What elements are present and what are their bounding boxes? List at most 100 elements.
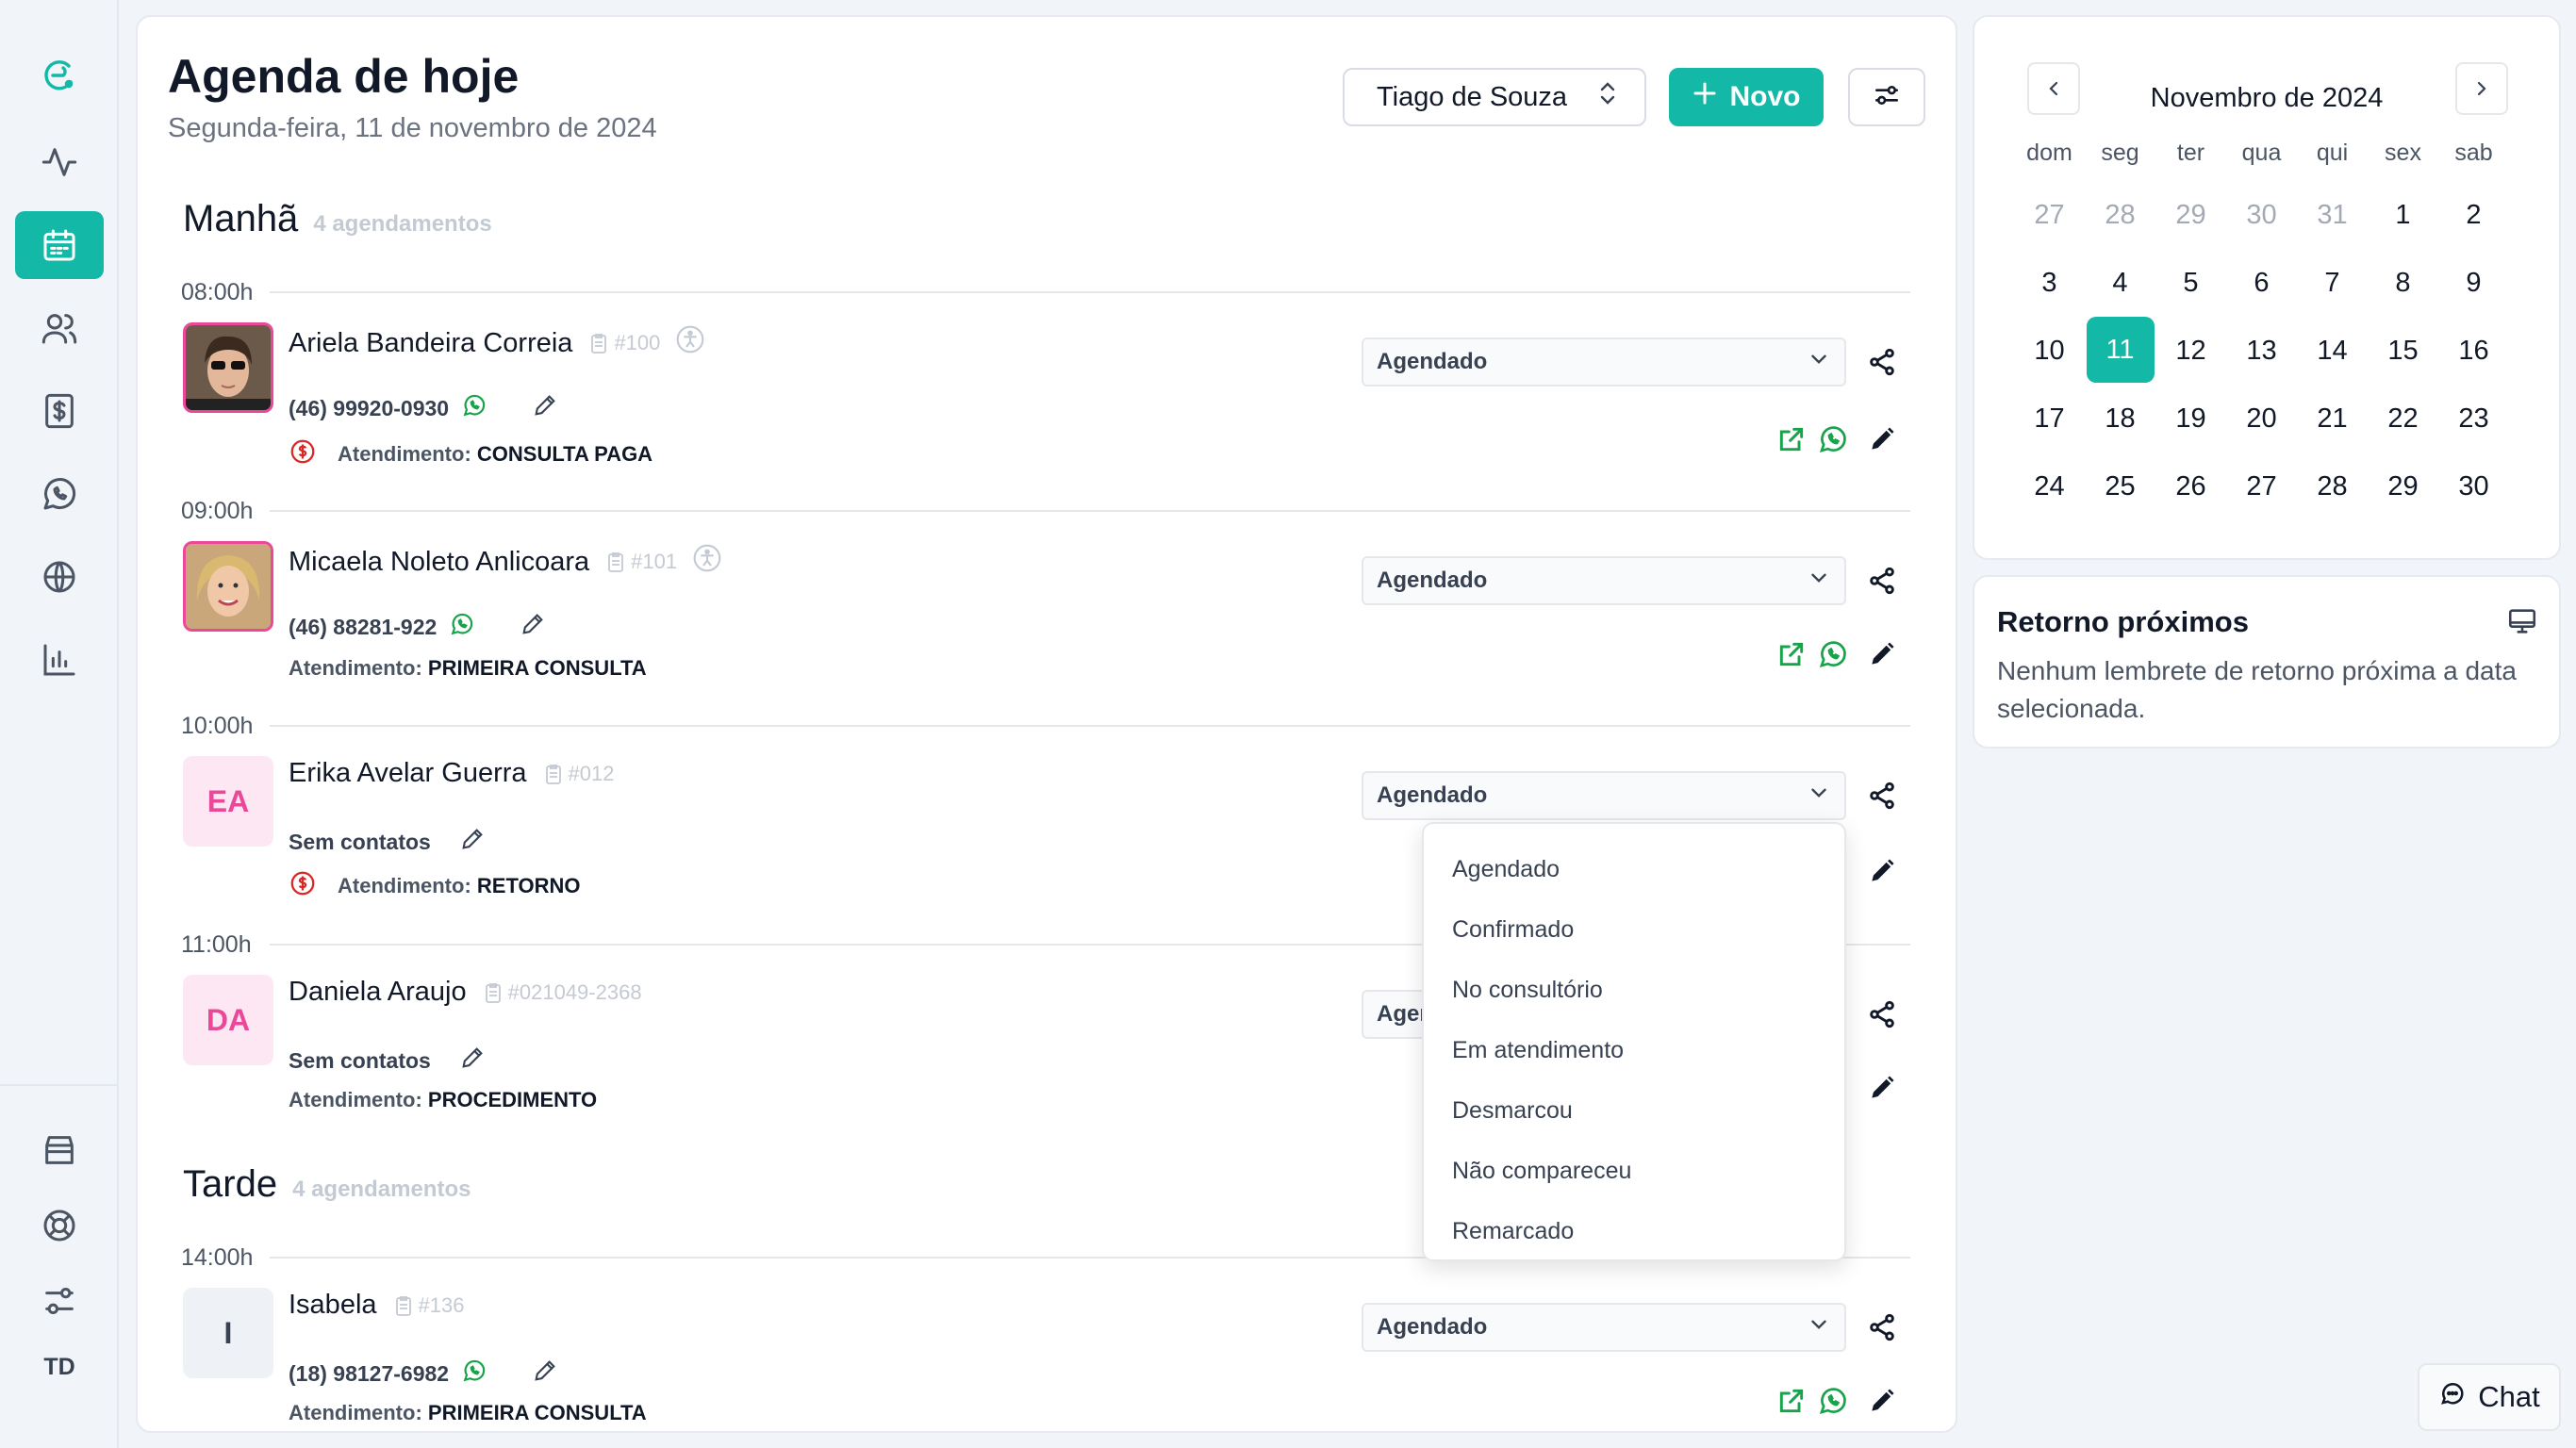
calendar-day[interactable]: 12 [2155,317,2226,385]
open-external-icon[interactable] [1773,635,1810,673]
chat-button[interactable]: Chat [2418,1363,2561,1431]
globe-icon[interactable] [15,543,104,611]
bar-chart-icon[interactable] [15,626,104,694]
whatsapp-icon[interactable] [15,460,104,528]
calendar-day[interactable]: 24 [2014,452,2085,520]
users-icon[interactable] [15,294,104,362]
calendar-day[interactable]: 4 [2085,249,2155,317]
patient-phone[interactable]: (46) 99920-0930 [289,396,449,421]
edit-pencil-icon[interactable] [1863,420,1901,458]
edit-pencil-icon[interactable] [1863,1382,1901,1420]
status-option[interactable]: Não compareceu [1424,1141,1844,1201]
calendar-day[interactable]: 25 [2085,452,2155,520]
edit-pencil-icon[interactable] [459,1045,486,1077]
calendar-day[interactable]: 1 [2368,181,2438,249]
calendar-day[interactable]: 29 [2368,452,2438,520]
edit-pencil-icon[interactable] [1863,852,1901,890]
calendar-day[interactable]: 19 [2155,385,2226,452]
calendar-day[interactable]: 29 [2155,181,2226,249]
whatsapp-small-icon[interactable] [462,393,487,423]
patient-avatar[interactable]: DA [183,975,273,1065]
calendar-day[interactable]: 13 [2226,317,2297,385]
edit-pencil-icon[interactable] [532,1358,558,1390]
patient-name[interactable]: Ariela Bandeira Correia [289,328,572,359]
edit-pencil-icon[interactable] [1863,1069,1901,1107]
whatsapp-icon[interactable] [1814,420,1852,458]
edit-pencil-icon[interactable] [532,392,558,424]
patient-name[interactable]: Isabela [289,1290,377,1321]
logo-icon[interactable] [15,41,104,109]
status-option[interactable]: Remarcado [1424,1201,1844,1261]
calendar-day[interactable]: 9 [2438,249,2509,317]
status-option[interactable]: Desmarcou [1424,1080,1844,1141]
share-icon[interactable] [1863,343,1901,381]
billing-icon[interactable] [15,377,104,445]
status-option[interactable]: Em atendimento [1424,1020,1844,1080]
calendar-day[interactable]: 21 [2297,385,2368,452]
share-icon[interactable] [1863,562,1901,600]
share-icon[interactable] [1863,1308,1901,1346]
patient-avatar[interactable] [183,322,273,413]
calendar-day[interactable]: 28 [2085,181,2155,249]
activity-icon[interactable] [15,128,104,196]
calendar-day[interactable]: 28 [2297,452,2368,520]
calendar-day[interactable]: 20 [2226,385,2297,452]
lifebuoy-icon[interactable] [15,1192,104,1259]
calendar-day[interactable]: 8 [2368,249,2438,317]
calendar-day[interactable]: 22 [2368,385,2438,452]
edit-pencil-icon[interactable] [1863,635,1901,673]
status-option[interactable]: No consultório [1424,960,1844,1020]
patient-avatar[interactable]: EA [183,756,273,847]
status-select[interactable]: Agendado [1362,1303,1846,1352]
settings-sliders-icon[interactable] [15,1267,104,1335]
patient-name[interactable]: Micaela Noleto Anlicoara [289,547,589,578]
filter-button[interactable] [1848,68,1925,126]
whatsapp-small-icon[interactable] [450,612,474,642]
calendar-day-selected[interactable]: 11 [2086,317,2155,383]
user-initials[interactable]: TD [15,1354,104,1381]
monitor-icon[interactable] [2506,605,2538,642]
calendar-day[interactable]: 15 [2368,317,2438,385]
share-icon[interactable] [1863,996,1901,1033]
calendar-day[interactable]: 2 [2438,181,2509,249]
calendar-day[interactable]: 23 [2438,385,2509,452]
edit-pencil-icon[interactable] [459,826,486,858]
patient-phone[interactable]: (18) 98127-6982 [289,1361,449,1387]
calendar-day[interactable]: 7 [2297,249,2368,317]
status-option[interactable]: Confirmado [1424,899,1844,960]
new-appointment-button[interactable]: Novo [1669,68,1824,126]
calendar-day[interactable]: 31 [2297,181,2368,249]
share-icon[interactable] [1863,777,1901,814]
patient-name[interactable]: Erika Avelar Guerra [289,758,527,789]
patient-avatar[interactable] [183,541,273,632]
whatsapp-small-icon[interactable] [462,1358,487,1389]
doctor-select[interactable]: Tiago de Souza [1343,68,1646,126]
calendar-day[interactable]: 30 [2226,181,2297,249]
patient-phone[interactable]: (46) 88281-922 [289,615,437,640]
patient-avatar[interactable]: I [183,1288,273,1378]
whatsapp-icon[interactable] [1814,635,1852,673]
open-external-icon[interactable] [1773,1382,1810,1420]
patient-name[interactable]: Daniela Araujo [289,977,467,1008]
store-icon[interactable] [15,1116,104,1184]
calendar-day[interactable]: 14 [2297,317,2368,385]
calendar-day[interactable]: 27 [2226,452,2297,520]
calendar-day[interactable]: 3 [2014,249,2085,317]
edit-pencil-icon[interactable] [520,611,546,643]
whatsapp-icon[interactable] [1814,1382,1852,1420]
calendar-day[interactable]: 16 [2438,317,2509,385]
calendar-icon[interactable] [15,211,104,279]
calendar-day[interactable]: 17 [2014,385,2085,452]
calendar-day[interactable]: 5 [2155,249,2226,317]
status-select[interactable]: Agendado [1362,556,1846,605]
calendar-day[interactable]: 18 [2085,385,2155,452]
calendar-day[interactable]: 6 [2226,249,2297,317]
calendar-day[interactable]: 27 [2014,181,2085,249]
next-month-button[interactable] [2455,62,2508,115]
status-select[interactable]: Agendado [1362,771,1846,820]
open-external-icon[interactable] [1773,420,1810,458]
status-select[interactable]: Agendado [1362,337,1846,387]
calendar-day[interactable]: 26 [2155,452,2226,520]
calendar-day[interactable]: 30 [2438,452,2509,520]
status-option[interactable]: Agendado [1424,839,1844,899]
